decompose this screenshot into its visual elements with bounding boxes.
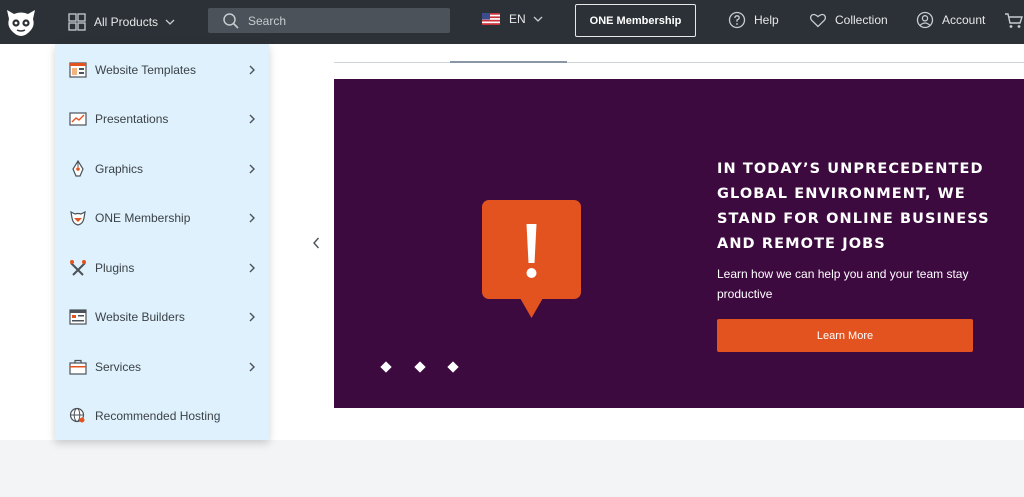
menu-item-plugins[interactable]: Plugins — [55, 248, 269, 288]
learn-more-button[interactable]: Learn More — [717, 319, 973, 352]
account-link[interactable]: Account — [916, 11, 985, 29]
chevron-down-icon — [165, 19, 175, 25]
menu-item-label: Presentations — [95, 112, 169, 126]
search-input[interactable] — [248, 13, 438, 28]
chevron-right-icon — [249, 312, 255, 322]
footer-area — [0, 440, 1024, 497]
menu-item-one-membership[interactable]: ONE Membership — [55, 198, 269, 238]
menu-item-label: Graphics — [95, 162, 144, 176]
services-icon — [69, 359, 87, 375]
active-tab-indicator — [450, 61, 567, 63]
help-icon — [728, 11, 746, 29]
help-label: Help — [754, 13, 779, 27]
language-selector[interactable]: EN — [482, 12, 543, 26]
chevron-right-icon — [249, 213, 255, 223]
search-icon — [223, 12, 239, 29]
cart-icon[interactable] — [1005, 12, 1024, 30]
menu-item-label: Services — [95, 360, 142, 374]
account-label: Account — [942, 13, 986, 27]
collection-link[interactable]: Collection — [809, 11, 888, 29]
one-membership-icon — [70, 210, 86, 226]
menu-item-services[interactable]: Services — [55, 347, 269, 387]
chevron-right-icon — [249, 263, 255, 273]
chevron-down-icon — [533, 16, 543, 22]
chevron-right-icon — [249, 65, 255, 75]
heart-icon — [809, 13, 827, 28]
monster-logo-icon[interactable] — [4, 6, 38, 38]
search-bar[interactable] — [208, 8, 450, 33]
menu-item-website-builders[interactable]: Website Builders — [55, 297, 269, 337]
tabs-underline — [334, 62, 1024, 63]
banner-subtext: Learn how we can help you and your team … — [717, 267, 969, 301]
help-link[interactable]: Help — [728, 11, 779, 29]
menu-item-website-templates[interactable]: Website Templates — [55, 50, 269, 90]
chevron-right-icon — [249, 114, 255, 124]
menu-item-label: Website Builders — [95, 310, 185, 324]
menu-item-recommended-hosting[interactable]: Recommended Hosting — [55, 396, 269, 436]
website-builders-icon — [69, 309, 87, 325]
banner-headline: IN TODAY’S UNPRECEDENTED GLOBAL ENVIRONM… — [717, 161, 990, 252]
grid-icon — [68, 13, 86, 31]
menu-item-presentations[interactable]: Presentations — [55, 99, 269, 139]
all-products-menu[interactable]: All Products — [68, 10, 175, 34]
plugins-icon — [70, 260, 86, 276]
all-products-dropdown: Website Templates Presentations Graphics… — [55, 44, 269, 440]
menu-item-label: Website Templates — [95, 63, 196, 77]
presentations-icon — [69, 112, 87, 126]
menu-item-label: Recommended Hosting — [95, 409, 221, 423]
collection-label: Collection — [835, 13, 888, 27]
website-templates-icon — [69, 62, 87, 78]
menu-item-graphics[interactable]: Graphics — [55, 149, 269, 189]
menu-item-label: ONE Membership — [95, 211, 191, 225]
account-icon — [916, 11, 934, 29]
chevron-right-icon — [249, 362, 255, 372]
previous-slide-arrow-icon[interactable] — [311, 236, 321, 250]
alert-icon — [482, 200, 581, 318]
hosting-icon — [69, 407, 85, 423]
language-label: EN — [509, 12, 526, 26]
us-flag-icon — [482, 13, 500, 25]
one-membership-button[interactable]: ONE Membership — [575, 4, 696, 37]
chevron-right-icon — [249, 164, 255, 174]
all-products-label: All Products — [94, 15, 159, 29]
top-navigation-bar: All Products EN ONE Membership — [0, 0, 1024, 44]
graphics-icon — [72, 160, 84, 177]
menu-item-label: Plugins — [95, 261, 135, 275]
